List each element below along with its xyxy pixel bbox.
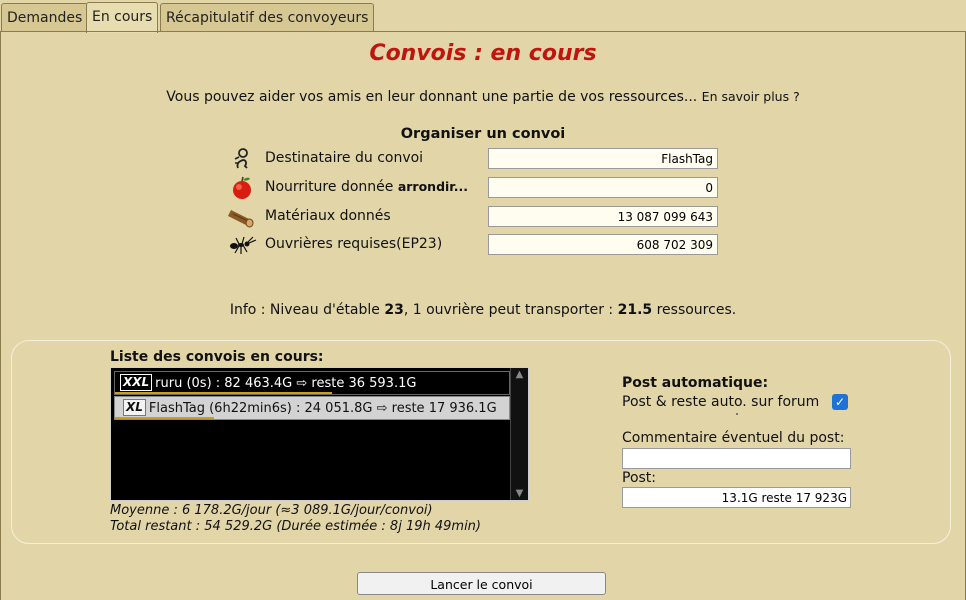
launch-convoy-button[interactable]: Lancer le convoi xyxy=(357,572,606,595)
food-input[interactable] xyxy=(488,177,718,198)
auto-post-title: Post automatique: xyxy=(622,375,769,391)
intro-text: Vous pouvez aider vos amis en leur donna… xyxy=(0,89,966,105)
info-suffix: ressources. xyxy=(656,302,737,318)
post-input[interactable] xyxy=(622,487,851,508)
workers-input[interactable] xyxy=(488,234,718,255)
food-label-text: Nourriture donnée xyxy=(265,179,394,195)
materials-row: Matériaux donnés xyxy=(226,205,721,229)
list-scrollbar[interactable]: ▲ ▼ xyxy=(510,368,528,500)
recipient-label: Destinataire du convoi xyxy=(265,150,424,166)
comment-label: Commentaire éventuel du post: xyxy=(622,430,845,446)
separator-dot xyxy=(736,413,738,415)
total-remaining-text: Total restant : 54 529.2G (Durée estimée… xyxy=(110,519,481,534)
recipient-icon xyxy=(234,148,248,169)
tab-demandes[interactable]: Demandes xyxy=(1,3,89,31)
recipient-row: Destinataire du convoi xyxy=(226,147,721,171)
convoy-stats: Moyenne : 6 178.2G/jour (≈3 089.1G/jour/… xyxy=(110,503,481,535)
carry-amount: 21.5 xyxy=(617,302,653,318)
convoy-item[interactable]: XL FlashTag (6h22min6s) : 24 051.8G ⇨ res… xyxy=(114,396,510,420)
convoy-progress xyxy=(115,417,214,419)
scroll-up-icon[interactable]: ▲ xyxy=(511,369,528,380)
organiser-title: Organiser un convoi xyxy=(400,126,566,142)
food-row: Nourriture donnée arrondir... xyxy=(226,176,721,200)
food-label: Nourriture donnée arrondir... xyxy=(265,179,468,195)
intro-sentence: Vous pouvez aider vos amis en leur donna… xyxy=(166,89,698,105)
wood-icon xyxy=(228,210,254,228)
workers-row: Ouvrières requises(EP23) xyxy=(226,233,721,257)
scroll-down-icon[interactable]: ▼ xyxy=(511,488,528,499)
tab-bar: Demandes En cours Récapitulatif des conv… xyxy=(0,0,966,33)
convoy-item[interactable]: XXL ruru (0s) : 82 463.4G ⇨ reste 36 593.… xyxy=(114,371,510,395)
post-label: Post: xyxy=(622,470,657,486)
convoys-list[interactable]: XXL ruru (0s) : 82 463.4G ⇨ reste 36 593.… xyxy=(110,367,529,501)
info-prefix: Info : Niveau d'étable xyxy=(229,302,380,318)
apple-icon xyxy=(233,176,251,199)
convoy-text: FlashTag (6h22min6s) : 24 051.8G ⇨ reste… xyxy=(148,401,497,416)
convoys-list-title: Liste des convois en cours: xyxy=(110,349,324,365)
round-link[interactable]: arrondir... xyxy=(398,179,468,194)
page-title: Convois : en cours xyxy=(369,41,597,66)
learn-more-link[interactable]: En savoir plus ? xyxy=(702,89,800,104)
materials-input[interactable] xyxy=(488,206,718,227)
info-line: Info : Niveau d'étable 23, 1 ouvrière pe… xyxy=(0,302,966,318)
auto-post-label: Post & reste auto. sur forum xyxy=(622,394,820,410)
materials-label: Matériaux donnés xyxy=(265,208,391,224)
convoy-text: ruru (0s) : 82 463.4G ⇨ reste 36 593.1G xyxy=(155,376,417,391)
auto-post-checkbox[interactable]: ✓ xyxy=(832,394,848,410)
comment-input[interactable] xyxy=(622,448,851,469)
info-mid: , 1 ouvrière peut transporter : xyxy=(403,302,614,318)
tab-recapitulatif[interactable]: Récapitulatif des convoyeurs xyxy=(160,3,375,31)
convoy-progress xyxy=(115,392,332,394)
workers-label: Ouvrières requises(EP23) xyxy=(265,236,443,252)
convoy-size-tag: XL xyxy=(123,399,146,416)
stable-level: 23 xyxy=(384,302,404,318)
convoy-size-tag: XXL xyxy=(120,374,153,391)
ant-icon xyxy=(230,236,257,254)
average-text: Moyenne : 6 178.2G/jour (≈3 089.1G/jour/… xyxy=(110,503,433,518)
tab-en-cours[interactable]: En cours xyxy=(86,2,159,33)
recipient-input[interactable] xyxy=(488,148,718,169)
